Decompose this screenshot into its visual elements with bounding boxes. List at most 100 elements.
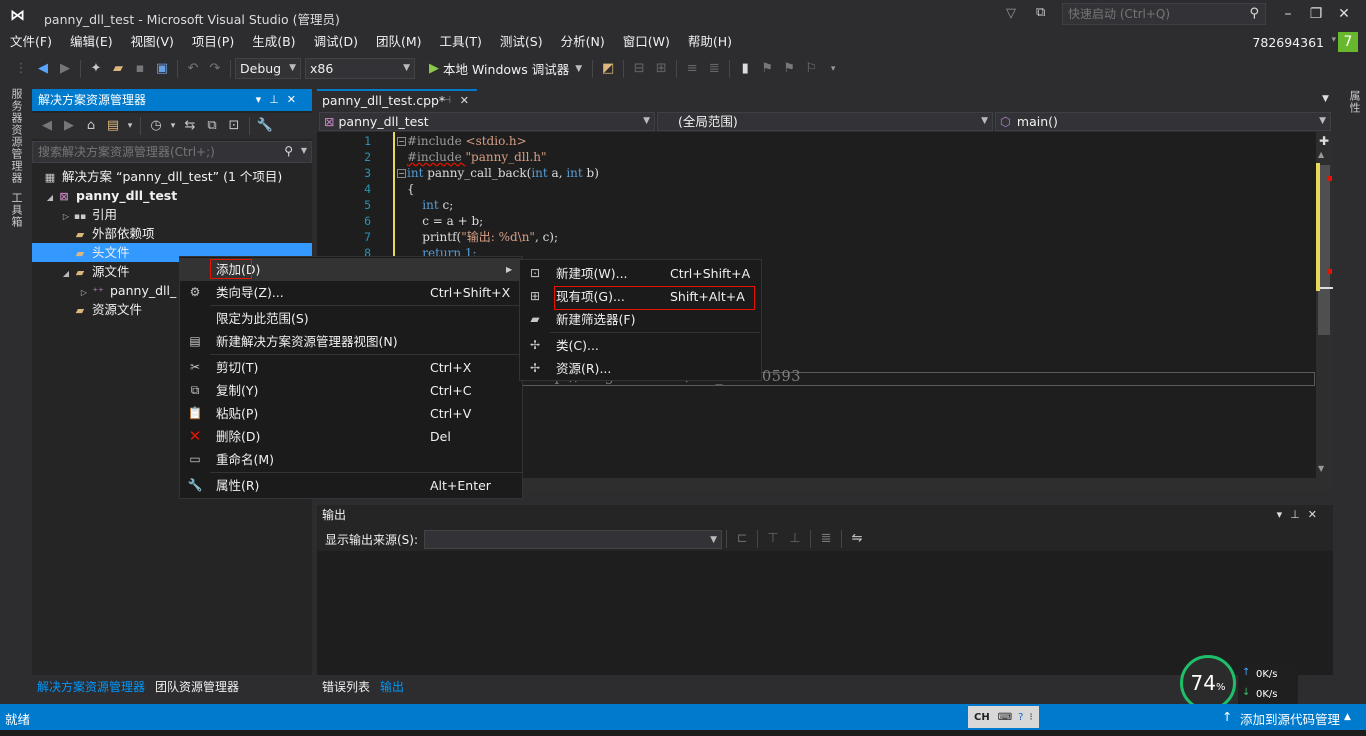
find-message-icon[interactable]: ⊏ xyxy=(731,529,753,549)
scroll-down-icon[interactable]: ▼ xyxy=(1318,464,1324,473)
forward-icon[interactable]: ▶ xyxy=(54,59,76,79)
toggle-comment-icon[interactable]: ⊟ xyxy=(628,59,650,79)
forward-icon[interactable]: ▶ xyxy=(58,116,80,136)
save-all-icon[interactable]: ▣ xyxy=(151,59,173,79)
maximize-button[interactable]: ❐ xyxy=(1306,6,1326,22)
properties-wrench-icon[interactable]: 🔧 xyxy=(254,116,276,136)
close-icon[interactable]: ✕ xyxy=(287,93,304,106)
menu-item-class[interactable]: ✢ 类(C)... xyxy=(520,334,761,357)
ime-options-icon[interactable]: ⁝ xyxy=(1029,712,1032,723)
menu-edit[interactable]: 编辑(E) xyxy=(61,32,122,54)
chevron-down-icon[interactable]: ▾ xyxy=(256,93,270,106)
menu-build[interactable]: 生成(B) xyxy=(243,32,304,54)
pin-icon[interactable]: ⊥ xyxy=(1290,508,1308,521)
output-source-select[interactable]: ▼ xyxy=(424,529,723,549)
split-icon[interactable]: ✚ xyxy=(1319,134,1329,148)
new-project-icon[interactable]: ✦ xyxy=(85,59,107,79)
scroll-up-icon[interactable]: ▲ xyxy=(1318,150,1324,159)
next-bookmark-icon[interactable]: ⚑ xyxy=(778,59,800,79)
chevron-down-icon[interactable]: ▼ xyxy=(301,146,307,155)
platform-select[interactable]: x86 ▼ xyxy=(305,58,415,79)
configuration-select[interactable]: Debug ▼ xyxy=(235,58,301,79)
chevron-down-icon[interactable]: ▾ xyxy=(124,116,136,136)
close-button[interactable]: ✕ xyxy=(1334,6,1354,22)
project-select[interactable]: ⊠ panny_dll_test ▼ xyxy=(319,112,655,131)
help-icon[interactable]: ? xyxy=(1018,712,1023,723)
tab-overflow-icon[interactable]: ▼ xyxy=(1322,94,1329,104)
account-chevron-icon[interactable]: ▾ xyxy=(1331,35,1336,45)
toolbox-tab[interactable]: 工具箱 xyxy=(4,192,24,236)
tab-team-explorer[interactable]: 团队资源管理器 xyxy=(150,678,244,696)
back-icon[interactable]: ◀ xyxy=(32,59,54,79)
close-icon[interactable]: ✕ xyxy=(460,91,469,110)
home-icon[interactable]: ⌂ xyxy=(80,116,102,136)
indent-icon[interactable]: ⊞ xyxy=(650,59,672,79)
solution-search-input[interactable] xyxy=(33,142,281,162)
menu-item-properties[interactable]: 🔧 属性(R) Alt+Enter xyxy=(180,474,522,497)
undo-icon[interactable]: ↶ xyxy=(182,59,204,79)
quick-launch-input[interactable] xyxy=(1063,4,1239,24)
sync-icon[interactable]: ⇆ xyxy=(179,116,201,136)
word-wrap-icon[interactable]: ⇋ xyxy=(846,529,868,549)
keyboard-icon[interactable]: ⌨ xyxy=(998,712,1012,723)
tab-error-list[interactable]: 错误列表 xyxy=(317,678,375,696)
open-file-icon[interactable]: ▰ xyxy=(107,59,129,79)
chevron-up-icon[interactable]: ▲ xyxy=(1344,712,1351,722)
filter-icon[interactable]: ▽ xyxy=(1006,6,1016,21)
quick-launch-box[interactable]: ⚲ xyxy=(1062,3,1266,25)
redo-icon[interactable]: ↷ xyxy=(204,59,226,79)
tab-solution-explorer[interactable]: 解决方案资源管理器 xyxy=(32,678,150,696)
menu-debug[interactable]: 调试(D) xyxy=(305,32,367,54)
clear-all-icon[interactable]: ≣ xyxy=(815,529,837,549)
tree-item-project[interactable]: ◢ ⊠ panny_dll_test xyxy=(32,186,312,205)
refresh-icon[interactable]: ⧉ xyxy=(201,116,223,136)
member-select[interactable]: ⬡ main() ▼ xyxy=(995,112,1331,131)
close-icon[interactable]: ✕ xyxy=(1308,508,1325,521)
menu-view[interactable]: 视图(V) xyxy=(122,32,183,54)
switch-views-icon[interactable]: ▤ xyxy=(102,116,124,136)
collapse-all-icon[interactable]: ⊡ xyxy=(223,116,245,136)
notification-badge[interactable]: 7 xyxy=(1338,32,1358,52)
solution-search-box[interactable]: ⚲ ▼ xyxy=(32,141,312,163)
pin-icon[interactable]: ⊣ xyxy=(442,91,451,110)
account-name[interactable]: 782694361 xyxy=(1252,35,1324,50)
minimize-button[interactable]: – xyxy=(1278,6,1298,22)
comment-icon[interactable]: ≡ xyxy=(681,59,703,79)
properties-tab[interactable]: 属性 xyxy=(1342,90,1362,120)
tab-output[interactable]: 输出 xyxy=(375,678,409,696)
menu-window[interactable]: 窗口(W) xyxy=(614,32,679,54)
menu-team[interactable]: 团队(M) xyxy=(367,32,431,54)
chevron-down-icon[interactable]: ▾ xyxy=(1277,508,1291,521)
ime-bar[interactable]: CH ⌨ ? ⁝ xyxy=(968,706,1039,728)
menu-item-class-wizard[interactable]: ⚙ 类向导(Z)... Ctrl+Shift+X xyxy=(180,281,522,304)
menu-item-rename[interactable]: ▭ 重命名(M) xyxy=(180,448,522,471)
toolbar-overflow-icon[interactable]: ▾ xyxy=(822,59,844,79)
menu-item-delete[interactable]: ✕ 删除(D) Del xyxy=(180,425,522,448)
prev-message-icon[interactable]: ⊤ xyxy=(762,529,784,549)
menu-item-new-item[interactable]: ⊡ 新建项(W)... Ctrl+Shift+A xyxy=(520,262,761,285)
clear-bookmarks-icon[interactable]: ⚐ xyxy=(800,59,822,79)
menu-project[interactable]: 项目(P) xyxy=(183,32,243,54)
menu-item-copy[interactable]: ⧉ 复制(Y) Ctrl+C xyxy=(180,379,522,402)
menu-analyze[interactable]: 分析(N) xyxy=(552,32,614,54)
menu-item-new-filter[interactable]: ▰ 新建筛选器(F) xyxy=(520,308,761,331)
menu-file[interactable]: 文件(F) xyxy=(0,32,61,54)
menu-help[interactable]: 帮助(H) xyxy=(679,32,741,54)
ime-language[interactable]: CH xyxy=(974,712,990,723)
pending-changes-icon[interactable]: ◷ xyxy=(145,116,167,136)
menu-item-paste[interactable]: 📋 粘贴(P) Ctrl+V xyxy=(180,402,522,425)
server-explorer-tab[interactable]: 服务器资源管理器 xyxy=(4,88,24,186)
fold-collapse-icon[interactable]: − xyxy=(397,137,406,146)
find-in-files-icon[interactable]: ◩ xyxy=(597,59,619,79)
tree-item-solution[interactable]: ▦ 解决方案 “panny_dll_test” (1 个项目) xyxy=(32,167,312,186)
pin-icon[interactable]: ⊥ xyxy=(269,93,287,106)
uncomment-icon[interactable]: ≣ xyxy=(703,59,725,79)
start-debugging-button[interactable]: ▶ 本地 Windows 调试器 ▼ xyxy=(423,59,588,78)
chevron-down-icon[interactable]: ▾ xyxy=(167,116,179,136)
feedback-icon[interactable]: ⧉ xyxy=(1036,5,1045,20)
bookmark-icon[interactable]: ▮ xyxy=(734,59,756,79)
menu-item-resource[interactable]: ✢ 资源(R)... xyxy=(520,357,761,380)
menu-item-scope-to-this[interactable]: 限定为此范围(S) xyxy=(180,307,522,330)
tree-item-external-deps[interactable]: ▰ 外部依赖项 xyxy=(32,224,312,243)
menu-test[interactable]: 测试(S) xyxy=(491,32,552,54)
